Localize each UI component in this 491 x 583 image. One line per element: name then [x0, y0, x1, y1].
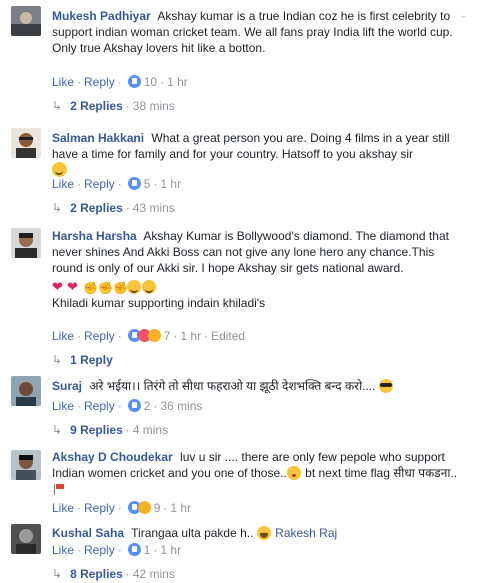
replies-count[interactable]: 2 Replies: [70, 99, 123, 113]
reaction-count[interactable]: 7: [164, 329, 171, 343]
flexed-biceps-emoji-icon: [82, 280, 98, 296]
avatar[interactable]: [11, 6, 41, 36]
comment-body: Akshay D Choudekar luv u sir .... there …: [52, 449, 461, 497]
wow-icon: [147, 329, 161, 342]
mention-link[interactable]: Rakesh Raj: [275, 526, 337, 540]
avatar[interactable]: [11, 450, 41, 480]
like-link[interactable]: Like: [52, 329, 74, 343]
like-link[interactable]: Like: [52, 75, 74, 89]
comment-actions: Like · Reply · 1 · 1 hr: [52, 543, 182, 557]
comment-body: Salman Hakkani What a great person you a…: [52, 130, 461, 178]
like-icon: [127, 399, 141, 412]
kiss-emoji-icon: [286, 466, 301, 480]
flexed-biceps-emoji-icon: [97, 280, 113, 296]
comment-author[interactable]: Mukesh Padhiyar: [52, 9, 151, 23]
smile-emoji-icon: [142, 280, 156, 294]
replies-time: 42 mins: [132, 567, 175, 581]
sunglasses-emoji-icon: [378, 379, 393, 393]
laughing-emoji-icon: [256, 526, 271, 540]
replies-link[interactable]: ↳ 1 Reply: [52, 352, 113, 368]
like-link[interactable]: Like: [52, 177, 74, 191]
replies-count[interactable]: 9 Replies: [70, 423, 123, 437]
smile-emoji-icon: [52, 162, 67, 177]
replies-count[interactable]: 1 Reply: [70, 353, 113, 367]
comment-actions: Like · Reply · 7 · 1 hr · Edited: [52, 329, 246, 343]
reaction-count[interactable]: 10: [144, 75, 157, 89]
reply-link[interactable]: Reply: [84, 329, 115, 343]
replies-link[interactable]: ↳ 2 Replies · 38 mins: [52, 98, 175, 114]
reply-arrow-icon: ↳: [52, 99, 63, 113]
comment-text-extra: Only true Akshay lovers hit like a botto…: [52, 41, 266, 55]
replies-time: 38 mins: [132, 99, 175, 113]
comment-text-extra: bt next time flag सीधा पकडना..: [305, 466, 458, 480]
reaction-count[interactable]: 5: [144, 177, 151, 191]
reply-arrow-icon: ↳: [52, 353, 63, 367]
comment-actions: Like · Reply · 2 · 36 mins: [52, 399, 203, 413]
comment-body: Kushal Saha Tirangaa ulta pakde h.. Rake…: [52, 525, 461, 541]
replies-link[interactable]: ↳ 2 Replies · 43 mins: [52, 200, 175, 216]
avatar[interactable]: [11, 228, 41, 258]
comment-actions: Like · Reply · 10 · 1 hr: [52, 75, 188, 89]
comment-body: Suraj अरे भईया।। तिरंगे तो सीधा फहराओ या…: [52, 378, 461, 394]
reply-link[interactable]: Reply: [84, 399, 115, 413]
comment-text: Tirangaa ulta pakde h..: [131, 526, 254, 540]
comment-body: Harsha Harsha Akshay Kumar is Bollywood'…: [52, 228, 461, 311]
like-link[interactable]: Like: [52, 399, 74, 413]
reaction-count[interactable]: 2: [144, 399, 151, 413]
replies-count[interactable]: 8 Replies: [70, 567, 123, 581]
comment-author[interactable]: Akshay D Choudekar: [52, 450, 173, 464]
comment-author[interactable]: Suraj: [52, 379, 82, 393]
comment-actions: Like · Reply · 9 · 1 hr: [52, 501, 192, 515]
like-icon: [127, 543, 141, 556]
heart-emoji-icon: [67, 279, 81, 295]
comment-text: अरे भईया।। तिरंगे तो सीधा फहराओ या झूठी …: [89, 379, 376, 393]
reply-link[interactable]: Reply: [84, 75, 115, 89]
reaction-count[interactable]: 9: [154, 501, 161, 515]
comment-author[interactable]: Salman Hakkani: [52, 131, 144, 145]
like-link[interactable]: Like: [52, 501, 74, 515]
avatar[interactable]: [11, 524, 41, 554]
comment-actions: Like · Reply · 5 · 1 hr: [52, 177, 182, 191]
reply-arrow-icon: ↳: [52, 567, 63, 581]
comment-time[interactable]: 1 hr: [170, 501, 191, 515]
comment-time[interactable]: 1 hr: [160, 177, 181, 191]
comment-time[interactable]: 1 hr: [167, 75, 188, 89]
replies-link[interactable]: ↳ 8 Replies · 42 mins: [52, 566, 175, 582]
like-icon: [127, 75, 141, 88]
avatar[interactable]: [11, 376, 41, 406]
like-icon: [127, 177, 141, 190]
comment-text-extra: Khiladi kumar supporting indain khiladi'…: [52, 296, 266, 310]
reply-arrow-icon: ↳: [52, 201, 63, 215]
comment-time[interactable]: 1 hr: [160, 543, 181, 557]
comment-author[interactable]: Harsha Harsha: [52, 229, 137, 243]
replies-count[interactable]: 2 Replies: [70, 201, 123, 215]
like-link[interactable]: Like: [52, 543, 74, 557]
comment-time[interactable]: 1 hr: [180, 329, 201, 343]
red-flag-icon: [54, 484, 65, 495]
comment-author[interactable]: Kushal Saha: [52, 526, 124, 540]
reply-arrow-icon: ↳: [52, 423, 63, 437]
avatar[interactable]: [11, 128, 41, 158]
reply-link[interactable]: Reply: [84, 501, 115, 515]
reply-link[interactable]: Reply: [84, 177, 115, 191]
replies-time: 43 mins: [132, 201, 175, 215]
replies-link[interactable]: ↳ 9 Replies · 4 mins: [52, 422, 168, 438]
replies-time: 4 mins: [132, 423, 169, 437]
flexed-biceps-emoji-icon: [112, 280, 128, 296]
smile-emoji-icon: [127, 280, 141, 294]
reply-link[interactable]: Reply: [84, 543, 115, 557]
heart-emoji-icon: [52, 279, 66, 295]
reaction-count[interactable]: 1: [144, 543, 151, 557]
edited-label[interactable]: Edited: [211, 329, 245, 343]
sad-icon: [137, 501, 151, 514]
comment-body: Mukesh Padhiyar Akshay kumar is a true I…: [52, 8, 461, 56]
comment-time[interactable]: 36 mins: [160, 399, 202, 413]
